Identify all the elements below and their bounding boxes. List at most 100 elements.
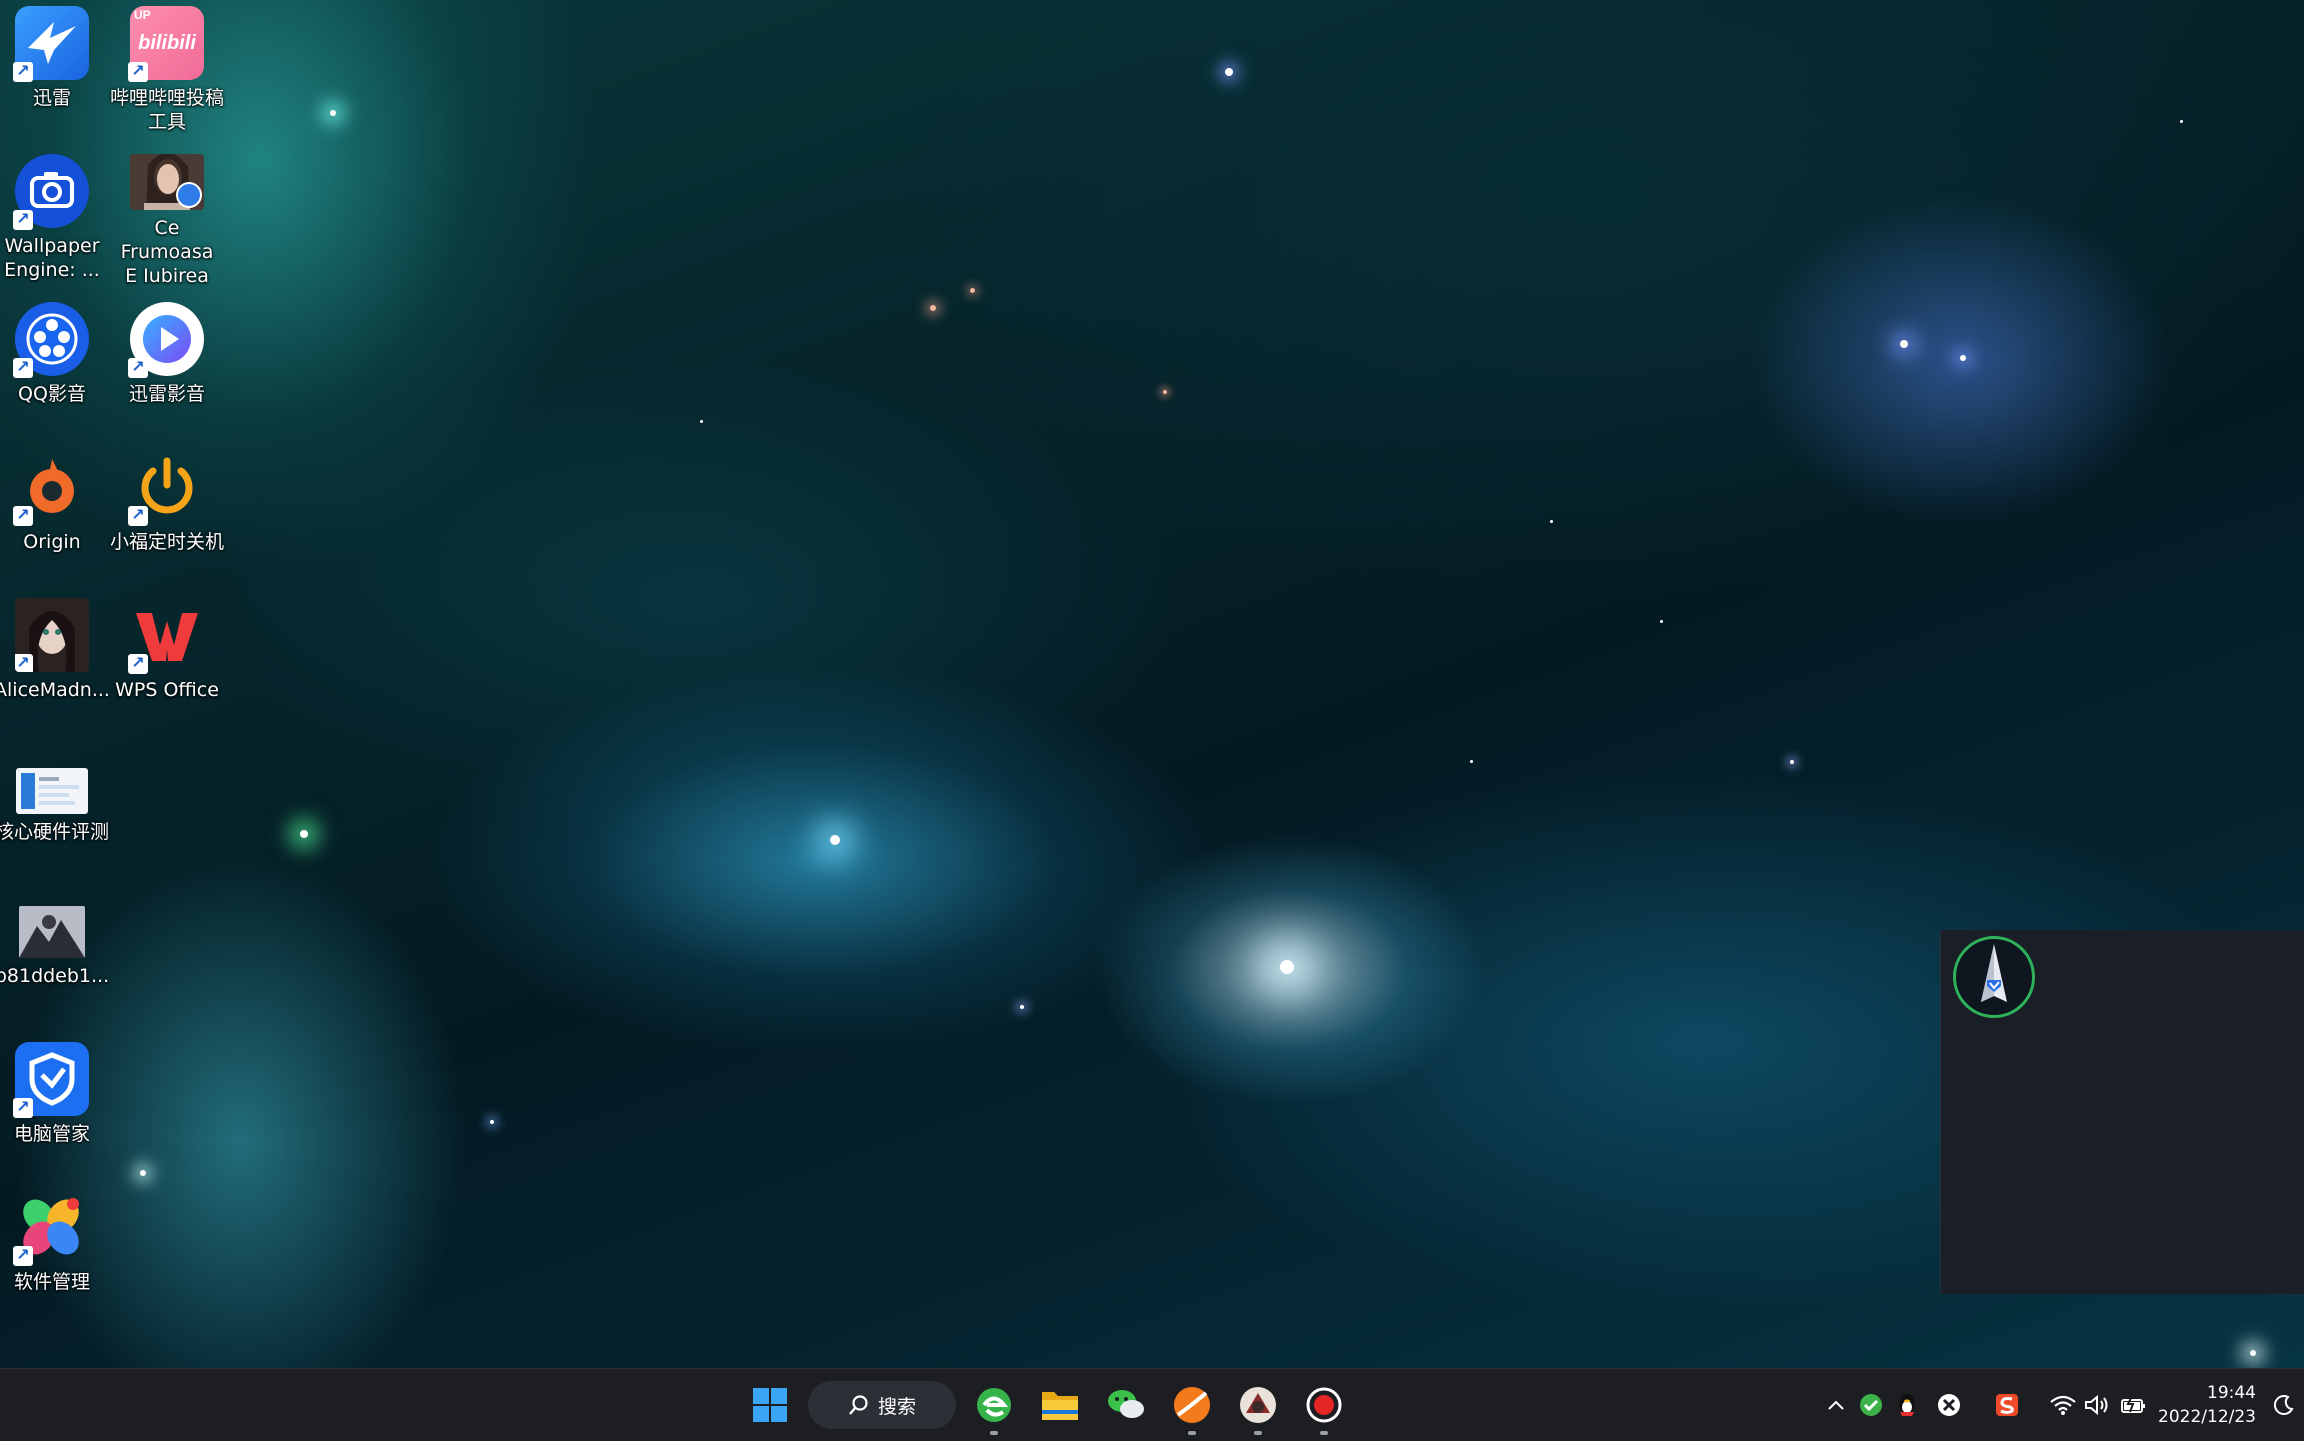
icon-label: 迅雷 xyxy=(32,87,71,109)
desktop-icon-shutdown-timer[interactable]: ↗ 小福定时关机 xyxy=(109,444,224,584)
icon-label: QQ影音 xyxy=(18,383,86,405)
wallpaper-engine-icon: ↗ xyxy=(13,154,89,230)
image-file-icon xyxy=(19,906,85,958)
orange-app-icon xyxy=(1174,1387,1210,1423)
icon-label: 电脑管家 xyxy=(13,1123,90,1145)
start-button[interactable] xyxy=(744,1379,796,1431)
running-indicator xyxy=(1254,1431,1262,1435)
star xyxy=(300,830,308,838)
origin-icon: ↗ xyxy=(13,450,89,526)
icon-label: AliceMadn... xyxy=(0,679,110,701)
desktop-icon-software-manager[interactable]: ↗ 软件管理 xyxy=(0,1184,108,1324)
taskbar-file-explorer[interactable] xyxy=(1034,1379,1086,1431)
taskbar-recorder[interactable] xyxy=(1298,1379,1350,1435)
floating-accelerator-widget[interactable] xyxy=(1940,930,2304,1294)
power-icon: ↗ xyxy=(128,450,204,526)
shortcut-arrow-icon: ↗ xyxy=(128,358,148,378)
taskbar-orange-app[interactable] xyxy=(1166,1379,1218,1435)
icon-label: 哔哩哔哩投稿 工具 xyxy=(109,87,224,133)
icon-label: 软件管理 xyxy=(13,1271,90,1293)
taskbar-wechat[interactable] xyxy=(1100,1379,1152,1431)
clock-date: 2022/12/23 xyxy=(2158,1407,2256,1427)
video-thumbnail-icon xyxy=(130,154,204,210)
star xyxy=(1550,520,1553,523)
game-icon xyxy=(1240,1387,1276,1423)
search-button[interactable]: 搜索 xyxy=(808,1381,956,1429)
desktop-icon-video[interactable]: Ce Frumoasa E Iubirea xyxy=(111,148,223,288)
windows-logo-icon xyxy=(753,1388,787,1422)
shortcut-arrow-icon: ↗ xyxy=(13,210,33,230)
volume-icon[interactable] xyxy=(2083,1391,2111,1419)
qq-penguin-icon[interactable] xyxy=(1893,1391,1921,1419)
taskbar-game[interactable] xyxy=(1232,1379,1284,1435)
green-security-icon[interactable] xyxy=(1857,1391,1885,1419)
bilibili-icon: UP bilibili ↗ xyxy=(128,6,204,82)
desktop-icon-wps[interactable]: ↗ WPS Office xyxy=(111,592,223,732)
bilibili-logo-text: bilibili xyxy=(138,31,196,54)
star xyxy=(1020,1005,1024,1009)
wifi-icon[interactable] xyxy=(2049,1391,2077,1419)
icon-label: Wallpaper Engine: ... xyxy=(4,235,100,281)
desktop-icon-origin[interactable]: ↗ Origin xyxy=(0,444,108,584)
software-manager-icon: ↗ xyxy=(13,1190,89,1266)
wechat-icon xyxy=(1108,1390,1144,1418)
shortcut-arrow-icon: ↗ xyxy=(13,62,33,82)
desktop-icon-xunlei-player[interactable]: ↗ 迅雷影音 xyxy=(111,296,223,436)
icon-label: 小福定时关机 xyxy=(109,531,224,553)
star xyxy=(330,110,336,116)
desktop-icon-bilibili[interactable]: UP bilibili ↗ 哔哩哔哩投稿 工具 xyxy=(109,0,224,140)
icon-label: b81ddeb1... xyxy=(0,965,110,987)
icon-label: WPS Office xyxy=(115,679,219,701)
hardware-benchmark-icon xyxy=(16,768,88,814)
chevron-up-icon[interactable] xyxy=(1822,1391,1850,1419)
desktop-icon-qq-player[interactable]: ↗ QQ影音 xyxy=(0,296,108,436)
desktop-icon-image-file[interactable]: b81ddeb1... xyxy=(0,888,110,1028)
taskbar-browser[interactable] xyxy=(968,1379,1020,1435)
star xyxy=(1900,340,1908,348)
close-circle-icon[interactable] xyxy=(1935,1391,1963,1419)
star xyxy=(1163,390,1167,394)
media-play-badge-icon xyxy=(176,182,202,208)
xunlei-bird-icon: ↗ xyxy=(13,6,89,82)
system-clock[interactable]: 19:44 2022/12/23 xyxy=(2158,1381,2256,1429)
shortcut-arrow-icon: ↗ xyxy=(128,506,148,526)
star xyxy=(970,288,975,293)
taskbar: 搜索 19:44 2022/12/23 xyxy=(0,1368,2304,1441)
running-indicator xyxy=(1188,1431,1196,1435)
folder-icon xyxy=(1042,1392,1078,1420)
desktop-icon-hardware-benchmark[interactable]: 核心硬件评测 xyxy=(0,740,109,880)
icon-label: 迅雷影音 xyxy=(128,383,205,405)
pc-manager-shield-icon: ↗ xyxy=(13,1042,89,1118)
desktop-icon-alice[interactable]: ↗ AliceMadn... xyxy=(0,592,110,732)
alice-portrait-icon: ↗ xyxy=(15,598,89,672)
sogou-ime-icon[interactable] xyxy=(1993,1391,2021,1419)
star xyxy=(1280,960,1294,974)
battery-icon[interactable] xyxy=(2120,1391,2148,1419)
star xyxy=(700,420,703,423)
icon-label: Ce Frumoasa E Iubirea xyxy=(120,217,214,287)
desktop-icon-wallpaper-engine[interactable]: ↗ Wallpaper Engine: ... xyxy=(0,148,108,288)
desktop-icon-xunlei[interactable]: ↗ 迅雷 xyxy=(0,0,108,140)
icon-label: 核心硬件评测 xyxy=(0,821,109,843)
wps-icon: ↗ xyxy=(128,598,204,674)
star xyxy=(1790,760,1794,764)
qq-player-icon: ↗ xyxy=(13,302,89,378)
running-indicator xyxy=(990,1431,998,1435)
star xyxy=(1225,68,1233,76)
shortcut-arrow-icon: ↗ xyxy=(13,1098,33,1118)
desktop-icon-pc-manager[interactable]: ↗ 电脑管家 xyxy=(0,1036,108,1176)
search-icon xyxy=(849,1395,868,1415)
running-indicator xyxy=(1320,1431,1328,1435)
star xyxy=(490,1120,494,1124)
star xyxy=(930,305,936,311)
star xyxy=(1470,760,1473,763)
shortcut-arrow-icon: ↗ xyxy=(13,506,33,526)
up-badge: UP xyxy=(134,8,151,22)
star xyxy=(1660,620,1663,623)
shortcut-arrow-icon: ↗ xyxy=(128,654,148,674)
shortcut-arrow-icon: ↗ xyxy=(13,358,33,378)
star xyxy=(2180,120,2183,123)
browser-icon xyxy=(977,1388,1011,1422)
notification-moon-icon[interactable] xyxy=(2270,1391,2298,1419)
rocket-accelerator-icon[interactable] xyxy=(1953,936,2035,1018)
